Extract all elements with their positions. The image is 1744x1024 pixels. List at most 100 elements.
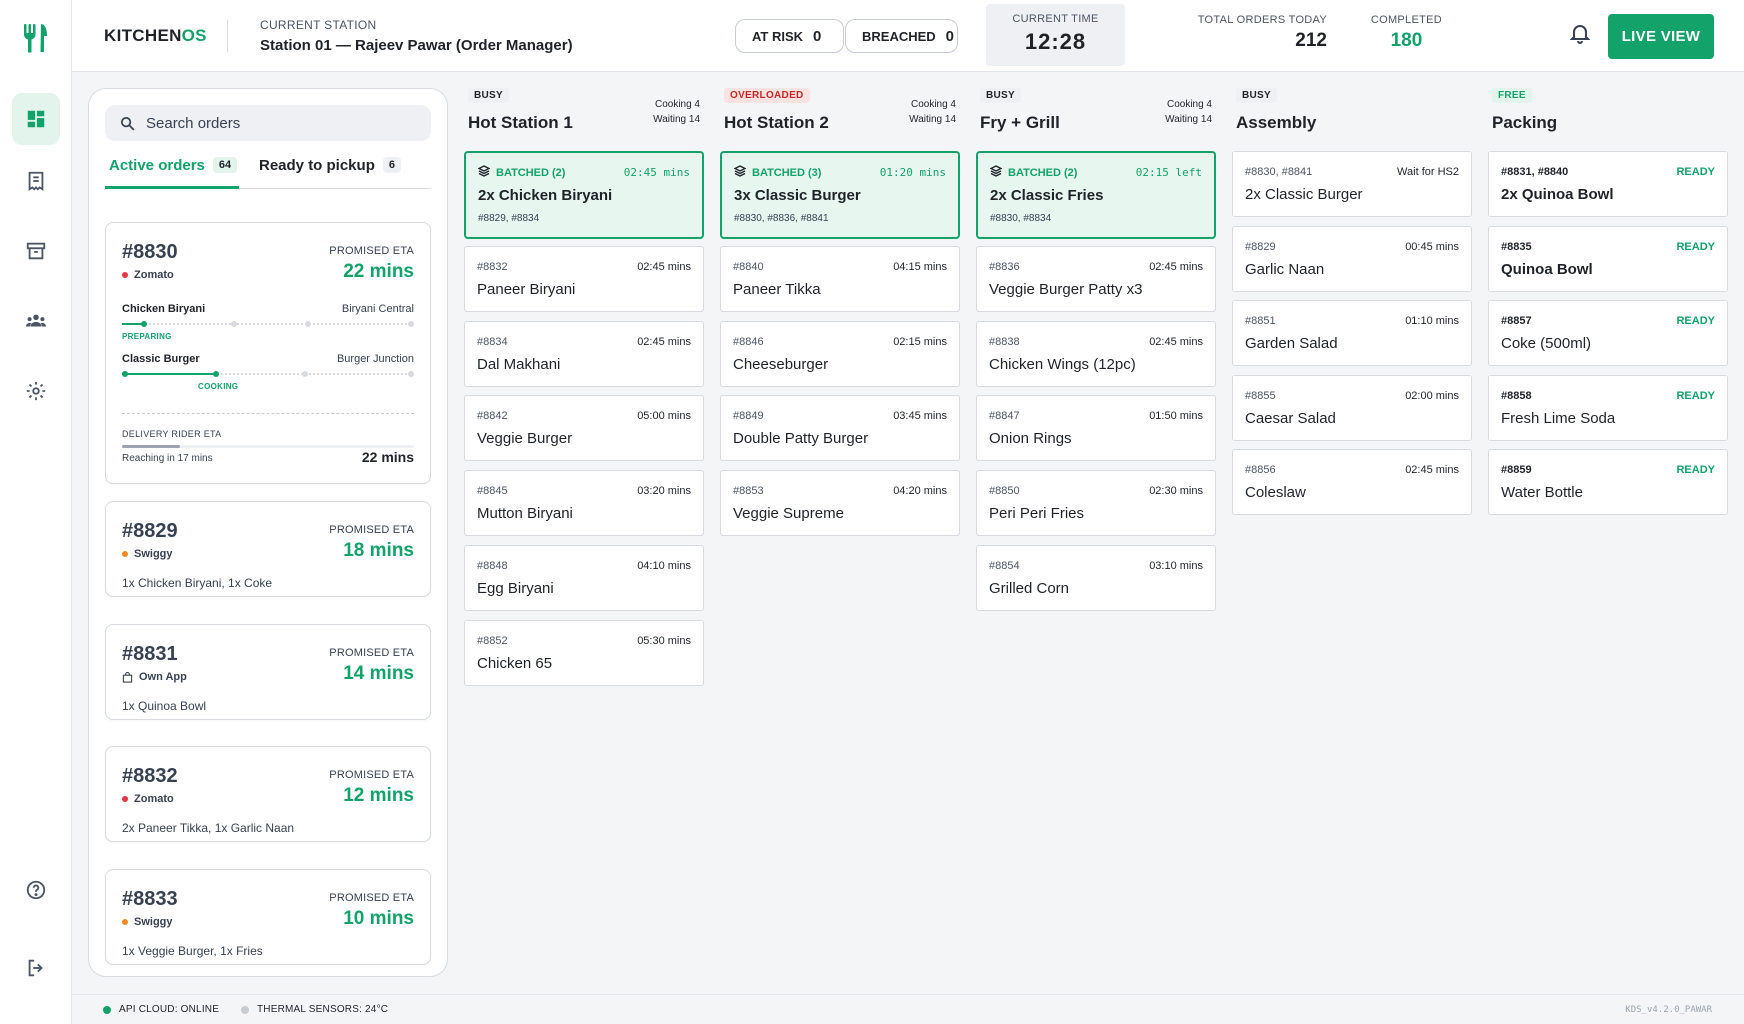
- at-risk-filter[interactable]: AT RISK 0: [735, 19, 844, 53]
- kitchen-ticket[interactable]: #8859 READY Water Bottle: [1488, 449, 1728, 515]
- sidebar-item-settings[interactable]: [12, 365, 60, 417]
- thermal-status: THERMAL SENSORS: 24°C: [241, 1004, 388, 1015]
- ticket-item: Cheeseburger: [733, 356, 829, 373]
- rider-sub: Reaching in 17 mins: [122, 453, 213, 464]
- divider: [122, 413, 414, 414]
- kitchen-ticket[interactable]: #8846 02:15 mins Cheeseburger: [720, 321, 960, 387]
- kitchen-ticket[interactable]: #8854 03:10 mins Grilled Corn: [976, 545, 1216, 611]
- status-footer: API CLOUD: ONLINE THERMAL SENSORS: 24°C …: [72, 994, 1744, 1024]
- kitchen-ticket[interactable]: #8835 READY Quinoa Bowl: [1488, 226, 1728, 292]
- zomato-dot-icon: [122, 272, 128, 278]
- eta-value: 18 mins: [343, 540, 414, 561]
- kitchen-ticket[interactable]: #8842 05:00 mins Veggie Burger: [464, 395, 704, 461]
- kitchen-ticket[interactable]: #8855 02:00 mins Caesar Salad: [1232, 375, 1472, 441]
- ticket-item: Paneer Biryani: [477, 281, 576, 298]
- ticket-timer: 00:45 mins: [1405, 241, 1459, 253]
- sidebar-item-archive[interactable]: [12, 225, 60, 277]
- station-header: BUSY Assembly: [1232, 88, 1472, 132]
- help-icon: [26, 880, 46, 900]
- batch-ticket[interactable]: BATCHED (3) 01:20 mins 3x Classic Burger #8…: [720, 151, 960, 239]
- ticket-item: Water Bottle: [1501, 484, 1583, 501]
- kitchen-ticket[interactable]: #8853 04:20 mins Veggie Supreme: [720, 470, 960, 536]
- sidebar-item-dashboard[interactable]: [12, 93, 60, 145]
- progress-fill: [122, 373, 216, 375]
- ticket-timer: 02:45 mins: [637, 336, 691, 348]
- ticket-item: Veggie Burger: [477, 430, 573, 447]
- order-card[interactable]: #8832 Zomato PROMISED ETA 12 mins 2x Pan…: [105, 746, 431, 842]
- layers-icon: [733, 165, 747, 180]
- ticket-item: 2x Quinoa Bowl: [1501, 186, 1614, 203]
- rider-eta-value: 22 mins: [361, 449, 414, 465]
- sidebar-item-team[interactable]: [12, 295, 60, 347]
- ticket-order-id: #8851: [1245, 315, 1276, 327]
- notification-bell-icon[interactable]: [1568, 21, 1592, 45]
- ticket-order-id: #8834: [477, 336, 508, 348]
- tab-active-orders[interactable]: Active orders 64: [105, 157, 239, 189]
- kitchen-ticket[interactable]: #8856 02:45 mins Coleslaw: [1232, 449, 1472, 515]
- batch-ticket[interactable]: BATCHED (2) 02:15 left 2x Classic Fries #88…: [976, 151, 1216, 239]
- eta-label: PROMISED ETA: [329, 245, 414, 257]
- tab-label: Ready to pickup: [259, 157, 375, 174]
- ticket-order-id: #8857: [1501, 315, 1532, 327]
- ticket-item: Quinoa Bowl: [1501, 261, 1593, 278]
- order-card[interactable]: #8829 Swiggy PROMISED ETA 18 mins 1x Chi…: [105, 501, 431, 597]
- ticket-order-id: #8830, #8841: [1245, 166, 1313, 178]
- ticket-item: Grilled Corn: [989, 580, 1070, 597]
- order-id: #8831: [122, 643, 178, 665]
- kitchen-ticket[interactable]: #8838 02:45 mins Chicken Wings (12pc): [976, 321, 1216, 387]
- breached-filter[interactable]: BREACHED 0: [845, 19, 958, 53]
- current-time-box: CURRENT TIME 12:28: [986, 4, 1125, 66]
- ticket-item: Paneer Tikka: [733, 281, 821, 298]
- order-card-expanded[interactable]: #8830 Zomato PROMISED ETA 22 mins Chicke…: [105, 222, 431, 484]
- kitchen-ticket[interactable]: #8840 04:15 mins Paneer Tikka: [720, 246, 960, 312]
- order-items: 1x Veggie Burger, 1x Fries: [122, 944, 263, 958]
- kitchen-ticket[interactable]: #8851 01:10 mins Garden Salad: [1232, 300, 1472, 366]
- kitchen-ticket[interactable]: #8834 02:45 mins Dal Makhani: [464, 321, 704, 387]
- kitchen-ticket[interactable]: #8857 READY Coke (500ml): [1488, 300, 1728, 366]
- help-button[interactable]: [12, 864, 60, 916]
- kitchen-ticket[interactable]: #8831, #8840 READY 2x Quinoa Bowl: [1488, 151, 1728, 217]
- station-load: Cooking 4 Waiting 14: [909, 99, 956, 125]
- order-card[interactable]: #8833 Swiggy PROMISED ETA 10 mins 1x Veg…: [105, 869, 431, 965]
- kitchen-ticket[interactable]: #8850 02:30 mins Peri Peri Fries: [976, 470, 1216, 536]
- completed-value: 180: [1390, 30, 1423, 51]
- batch-ticket[interactable]: BATCHED (2) 02:45 mins 2x Chicken Biryani #…: [464, 151, 704, 239]
- tab-ready-to-pickup[interactable]: Ready to pickup 6: [259, 157, 401, 189]
- kitchen-ticket[interactable]: #8849 03:45 mins Double Patty Burger: [720, 395, 960, 461]
- order-line: Chicken Biryani Biryani Central PREPARIN…: [122, 303, 414, 341]
- eta-label: PROMISED ETA: [329, 892, 414, 904]
- kitchen-ticket[interactable]: #8830, #8841 Wait for HS2 2x Classic Burge…: [1232, 151, 1472, 217]
- kitchen-ticket[interactable]: #8852 05:30 mins Chicken 65: [464, 620, 704, 686]
- ticket-item: Double Patty Burger: [733, 430, 869, 447]
- top-header: KITCHENOS CURRENT STATION Station 01 — R…: [72, 0, 1744, 72]
- logout-button[interactable]: [12, 942, 60, 994]
- swiggy-dot-icon: [122, 919, 128, 925]
- kitchen-ticket[interactable]: #8845 03:20 mins Mutton Biryani: [464, 470, 704, 536]
- kitchen-ticket[interactable]: #8848 04:10 mins Egg Biryani: [464, 545, 704, 611]
- shopping-bag-icon: [122, 671, 133, 683]
- ticket-item: Chicken 65: [477, 655, 553, 672]
- kitchen-ticket[interactable]: #8832 02:45 mins Paneer Biryani: [464, 246, 704, 312]
- order-id: #8833: [122, 888, 178, 910]
- ticket-order-id: #8836: [989, 261, 1020, 273]
- kitchen-ticket[interactable]: #8847 01:50 mins Onion Rings: [976, 395, 1216, 461]
- search-input[interactable]: Search orders: [105, 105, 431, 141]
- tab-count: 6: [382, 157, 401, 173]
- live-view-button[interactable]: LIVE VIEW: [1608, 14, 1714, 59]
- kitchen-ticket[interactable]: #8829 00:45 mins Garlic Naan: [1232, 226, 1472, 292]
- ticket-item: Garlic Naan: [1245, 261, 1325, 278]
- order-id: #8829: [122, 520, 178, 542]
- ticket-order-id: #8858: [1501, 390, 1532, 402]
- kitchen-ticket[interactable]: #8836 02:45 mins Veggie Burger Patty x3: [976, 246, 1216, 312]
- header-divider: [227, 20, 228, 52]
- ticket-timer: 01:50 mins: [1149, 410, 1203, 422]
- order-card[interactable]: #8831 Own App PROMISED ETA 14 mins 1x Qu…: [105, 624, 431, 720]
- sidebar-item-orders[interactable]: [12, 155, 60, 207]
- rider-eta-label: DELIVERY RIDER ETA: [122, 429, 222, 439]
- kitchen-ticket[interactable]: #8858 READY Fresh Lime Soda: [1488, 375, 1728, 441]
- order-id: #8832: [122, 765, 178, 787]
- ticket-timer: 05:00 mins: [637, 410, 691, 422]
- batch-order-ids: #8830, #8836, #8841: [734, 213, 829, 224]
- station-title: Assembly: [1236, 113, 1317, 132]
- ticket-timer: 02:45 mins: [637, 261, 691, 273]
